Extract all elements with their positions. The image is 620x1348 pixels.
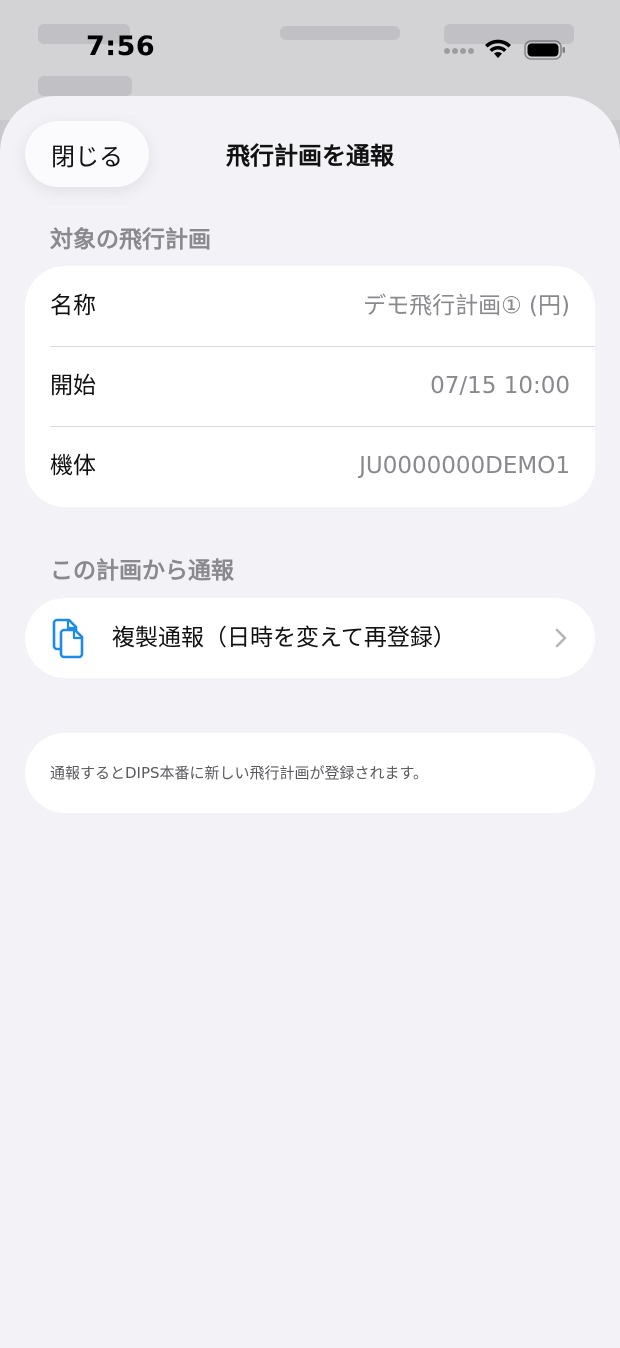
note-text: 通報するとDIPS本番に新しい飛行計画が登録されます。 [50, 764, 429, 782]
signal-icon [444, 48, 474, 56]
duplicate-report-label: 複製通報（日時を変えて再登録） [112, 625, 456, 651]
plan-aircraft-value: JU0000000DEMO1 [359, 453, 570, 479]
status-time: 7:56 [86, 31, 156, 62]
plan-aircraft-label: 機体 [50, 453, 96, 479]
report-from-plan-header: この計画から通報 [50, 558, 234, 584]
plan-aircraft-row: 機体 JU0000000DEMO1 [50, 426, 570, 506]
target-plan-header: 対象の飛行計画 [50, 227, 211, 253]
battery-icon [524, 40, 565, 60]
plan-start-value: 07/15 10:00 [430, 373, 570, 399]
target-plan-card: 名称 デモ飛行計画① (円) 開始 07/15 10:00 機体 JU00000… [25, 266, 595, 507]
chevron-right-icon [555, 628, 567, 648]
status-bar: 7:56 [0, 0, 620, 96]
plan-name-row: 名称 デモ飛行計画① (円) [50, 266, 570, 346]
report-sheet: 閉じる 飛行計画を通報 対象の飛行計画 名称 デモ飛行計画① (円) 開始 07… [0, 96, 620, 1348]
plan-name-label: 名称 [50, 293, 96, 319]
plan-name-value: デモ飛行計画① (円) [363, 293, 570, 319]
plan-start-row: 開始 07/15 10:00 [50, 346, 570, 426]
wifi-icon [485, 39, 511, 58]
plan-start-label: 開始 [50, 373, 96, 399]
sheet-title: 飛行計画を通報 [226, 142, 394, 170]
duplicate-report-button[interactable]: 複製通報（日時を変えて再登録） [25, 598, 595, 678]
note-card: 通報するとDIPS本番に新しい飛行計画が登録されます。 [25, 733, 595, 813]
doc-on-doc-icon [52, 618, 84, 659]
